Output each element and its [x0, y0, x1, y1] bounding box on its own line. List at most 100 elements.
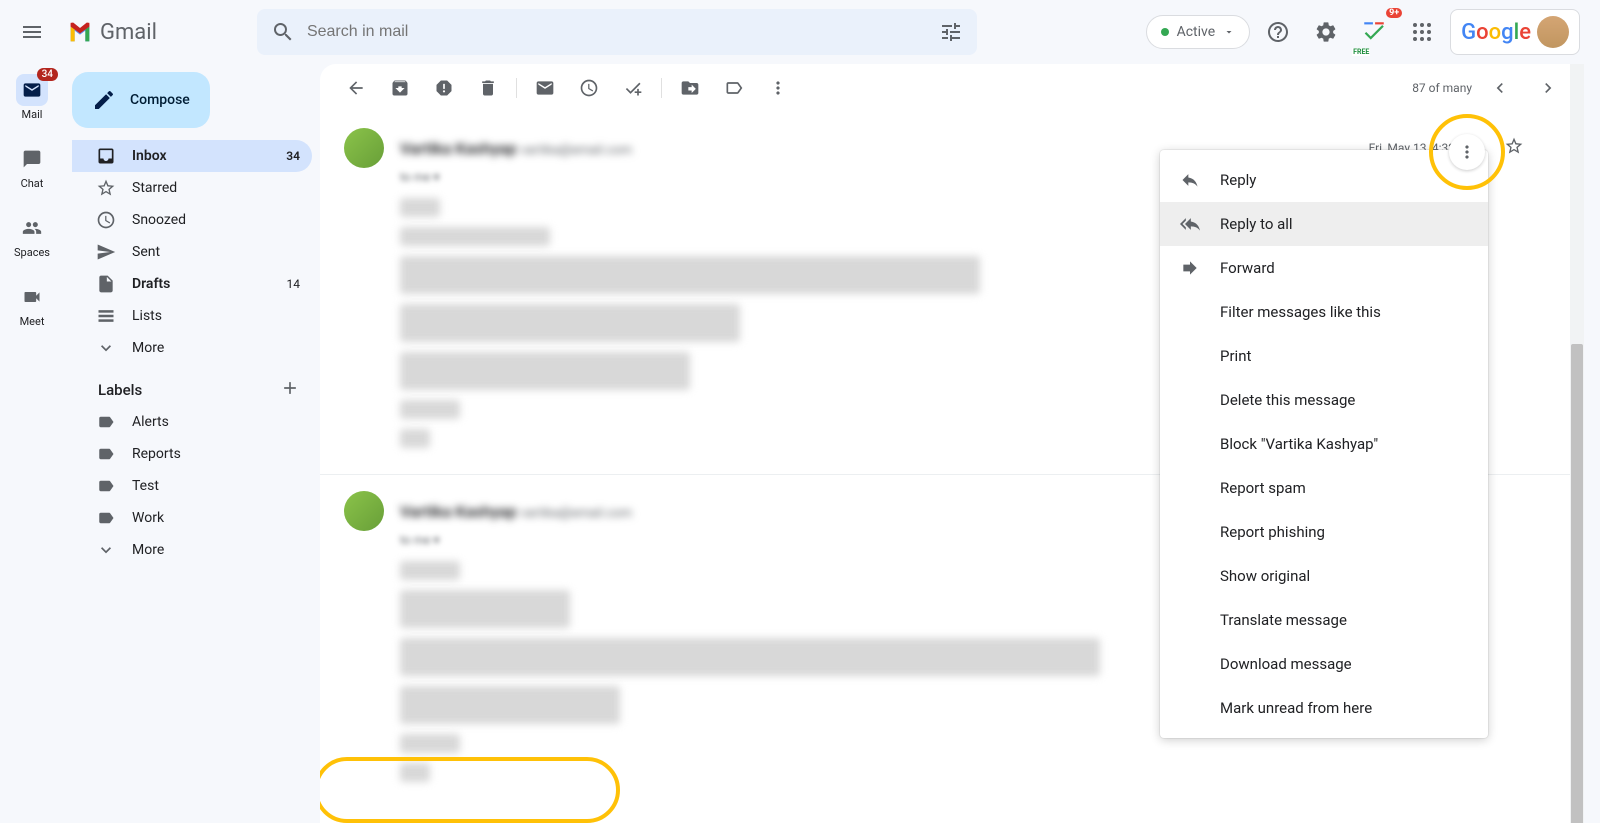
label-text: Test — [132, 478, 159, 494]
label-icon — [97, 445, 115, 463]
menu-block[interactable]: Block "Vartika Kashyap" — [1160, 422, 1488, 466]
help-button[interactable] — [1258, 12, 1298, 52]
label-more[interactable]: More — [72, 534, 312, 566]
menu-forward[interactable]: Forward — [1160, 246, 1488, 290]
nav-label: Starred — [132, 180, 177, 196]
sender-email: vartika@email.com — [521, 506, 632, 521]
nav-label: Snoozed — [132, 212, 186, 228]
nav-lists[interactable]: Lists — [72, 300, 312, 332]
more-button[interactable] — [758, 68, 798, 108]
rail-label: Mail — [22, 108, 43, 121]
pencil-icon — [92, 88, 116, 112]
proofhub-addon-button[interactable]: 9+ FREE — [1354, 12, 1394, 52]
list-icon — [96, 306, 116, 326]
nav-inbox[interactable]: Inbox34 — [72, 140, 312, 172]
label-text: More — [132, 542, 164, 558]
menu-label: Reply to all — [1220, 215, 1293, 233]
snooze-button[interactable] — [569, 68, 609, 108]
label-work[interactable]: Work — [72, 502, 312, 534]
settings-button[interactable] — [1306, 12, 1346, 52]
menu-show-original[interactable]: Show original — [1160, 554, 1488, 598]
menu-reply-all[interactable]: Reply to all — [1160, 202, 1488, 246]
menu-report-spam[interactable]: Report spam — [1160, 466, 1488, 510]
menu-mark-unread-here[interactable]: Mark unread from here — [1160, 686, 1488, 730]
nav-more[interactable]: More — [72, 332, 312, 364]
trash-icon — [478, 78, 498, 98]
nav-starred[interactable]: Starred — [72, 172, 312, 204]
rail-item-chat[interactable]: Chat — [4, 143, 60, 190]
gmail-logo[interactable]: Gmail — [64, 16, 157, 48]
arrow-left-icon — [346, 78, 366, 98]
search-input[interactable] — [307, 23, 939, 41]
message-more-button[interactable] — [1449, 134, 1485, 170]
add-label-button[interactable] — [280, 378, 300, 402]
mail-icon — [22, 80, 42, 100]
apps-button[interactable] — [1402, 12, 1442, 52]
menu-label: Block "Vartika Kashyap" — [1220, 435, 1378, 453]
meet-icon — [22, 287, 42, 307]
apps-grid-icon — [1410, 20, 1434, 44]
nav-count: 14 — [287, 277, 301, 291]
label-test[interactable]: Test — [72, 470, 312, 502]
nav-label: Drafts — [132, 276, 170, 292]
scrollbar-thumb[interactable] — [1571, 344, 1583, 823]
chevron-left-icon — [1490, 78, 1510, 98]
menu-print[interactable]: Print — [1160, 334, 1488, 378]
rail-label: Meet — [20, 315, 45, 328]
compose-button[interactable]: Compose — [72, 72, 210, 128]
sender-email: vartika@email.com — [521, 143, 632, 158]
sender-avatar[interactable] — [344, 491, 384, 531]
mark-unread-button[interactable] — [525, 68, 565, 108]
menu-label: Report spam — [1220, 479, 1306, 497]
gmail-icon — [64, 16, 96, 48]
add-task-button[interactable] — [613, 68, 653, 108]
star-button[interactable] — [1504, 136, 1524, 160]
menu-delete[interactable]: Delete this message — [1160, 378, 1488, 422]
nav-sent[interactable]: Sent — [72, 236, 312, 268]
nav-drafts[interactable]: Drafts 14 — [72, 268, 312, 300]
star-outline-icon — [1504, 136, 1524, 156]
sender-name: Vartika Kashyap — [400, 502, 517, 521]
active-status-chip[interactable]: Active — [1146, 15, 1251, 49]
main-menu-button[interactable] — [8, 8, 56, 56]
spam-button[interactable] — [424, 68, 464, 108]
nav-snoozed[interactable]: Snoozed — [72, 204, 312, 236]
pager-next-button[interactable] — [1528, 68, 1568, 108]
rail-item-spaces[interactable]: Spaces — [4, 212, 60, 259]
scrollbar-track[interactable] — [1570, 64, 1584, 823]
label-alerts[interactable]: Alerts — [72, 406, 312, 438]
move-button[interactable] — [670, 68, 710, 108]
user-avatar[interactable] — [1537, 16, 1569, 48]
sender-name: Vartika Kashyap — [400, 139, 517, 158]
menu-label: Show original — [1220, 567, 1310, 585]
tune-icon[interactable] — [939, 20, 963, 44]
archive-button[interactable] — [380, 68, 420, 108]
chevron-right-icon — [1538, 78, 1558, 98]
menu-label: Translate message — [1220, 611, 1347, 629]
menu-report-phishing[interactable]: Report phishing — [1160, 510, 1488, 554]
search-bar[interactable] — [257, 9, 977, 55]
menu-translate[interactable]: Translate message — [1160, 598, 1488, 642]
label-icon — [97, 413, 115, 431]
chevron-down-icon — [96, 338, 116, 358]
menu-download[interactable]: Download message — [1160, 642, 1488, 686]
nav-label: Inbox — [132, 148, 167, 164]
labels-button[interactable] — [714, 68, 754, 108]
google-account-chip[interactable]: Google — [1450, 9, 1580, 55]
help-icon — [1266, 20, 1290, 44]
rail-item-meet[interactable]: Meet — [4, 281, 60, 328]
badge-count: 9+ — [1386, 8, 1402, 18]
delete-button[interactable] — [468, 68, 508, 108]
sender-avatar[interactable] — [344, 128, 384, 168]
label-text: Alerts — [132, 414, 169, 430]
menu-filter[interactable]: Filter messages like this — [1160, 290, 1488, 334]
menu-label: Forward — [1220, 259, 1275, 277]
move-folder-icon — [680, 78, 700, 98]
pager-prev-button[interactable] — [1480, 68, 1520, 108]
label-reports[interactable]: Reports — [72, 438, 312, 470]
gear-icon — [1314, 20, 1338, 44]
menu-reply[interactable]: Reply — [1160, 158, 1488, 202]
menu-label: Filter messages like this — [1220, 303, 1381, 321]
rail-item-mail[interactable]: 34 Mail — [4, 74, 60, 121]
back-button[interactable] — [336, 68, 376, 108]
